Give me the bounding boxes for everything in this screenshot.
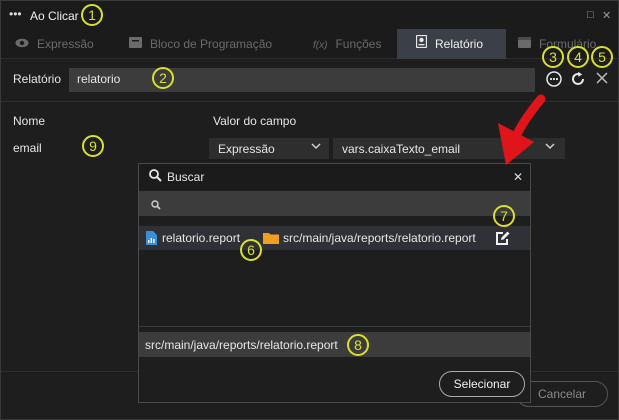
block-icon — [129, 29, 142, 59]
select-button[interactable]: Selecionar — [439, 371, 525, 397]
search-icon — [149, 169, 162, 185]
search-dialog-title: Buscar — [167, 170, 205, 184]
search-box — [139, 191, 530, 216]
clear-report-button[interactable] — [593, 71, 611, 89]
search-dialog-header: Buscar ✕ — [139, 164, 530, 190]
tab-funcoes[interactable]: f(x) Funções — [313, 29, 393, 59]
tab-label: Expressão — [37, 37, 94, 51]
restore-button[interactable]: □ — [587, 9, 594, 21]
callout-1: 1 — [81, 4, 103, 26]
value-field-select[interactable]: vars.caixaTexto_email — [333, 138, 565, 159]
callout-3: 3 — [542, 46, 564, 68]
selected-path-field: src/main/java/reports/relatorio.report — [139, 332, 530, 357]
close-window-button[interactable]: ✕ — [602, 9, 611, 22]
form-icon — [518, 29, 531, 59]
callout-8: 8 — [347, 334, 369, 356]
edit-icon[interactable] — [496, 230, 510, 248]
callout-4: 4 — [567, 46, 589, 68]
value-type-select[interactable]: Expressão — [209, 138, 329, 159]
search-icon — [151, 198, 161, 213]
field-name: email — [13, 141, 42, 155]
menu-dots-icon[interactable]: ••• — [9, 7, 22, 21]
divider — [1, 101, 618, 102]
report-file-icon — [146, 231, 157, 248]
search-dialog: Buscar ✕ relatorio.report src/main/java/… — [138, 163, 531, 403]
chevron-down-icon — [311, 141, 321, 154]
tab-relatorio[interactable]: Relatório — [397, 29, 506, 59]
list-item[interactable]: relatorio.report src/main/java/reports/r… — [139, 226, 530, 250]
result-file-name: relatorio.report — [162, 231, 241, 245]
close-search-button[interactable]: ✕ — [513, 170, 523, 184]
callout-7: 7 — [493, 205, 515, 227]
selected-path: src/main/java/reports/relatorio.report — [145, 338, 338, 352]
callout-2: 2 — [152, 67, 174, 89]
eye-icon — [15, 29, 29, 59]
callout-9: 9 — [82, 135, 104, 157]
divider — [139, 326, 530, 327]
tab-label: Funções — [335, 37, 382, 51]
refresh-icon — [572, 71, 584, 85]
report-label: Relatório — [13, 72, 62, 86]
close-icon — [596, 72, 608, 84]
tab-expressao[interactable]: Expressão — [15, 29, 115, 59]
search-input[interactable] — [165, 194, 520, 213]
tab-label: Relatório — [435, 37, 484, 51]
chevron-down-icon — [545, 141, 555, 154]
callout-5: 5 — [591, 46, 613, 68]
column-header-name: Nome — [13, 114, 46, 128]
refresh-button[interactable] — [569, 71, 587, 89]
column-header-value: Valor do campo — [213, 114, 297, 128]
report-input[interactable]: relatorio — [69, 68, 535, 92]
report-icon — [415, 29, 428, 59]
function-icon: f(x) — [313, 40, 328, 51]
callout-6: 6 — [240, 239, 262, 261]
tab-bar: Expressão Bloco de Programação f(x) Funçõ… — [1, 29, 618, 59]
tab-label: Bloco de Programação — [150, 37, 273, 51]
more-options-button[interactable] — [545, 71, 563, 89]
folder-icon — [263, 232, 279, 247]
value-type-selected: Expressão — [218, 142, 275, 156]
result-file-path: src/main/java/reports/relatorio.report — [283, 231, 476, 245]
window-title: Ao Clicar — [30, 9, 79, 23]
value-field-selected: vars.caixaTexto_email — [342, 142, 461, 156]
ellipsis-circle-icon — [546, 71, 562, 87]
tab-bloco-de-programacao[interactable]: Bloco de Programação — [129, 29, 289, 59]
